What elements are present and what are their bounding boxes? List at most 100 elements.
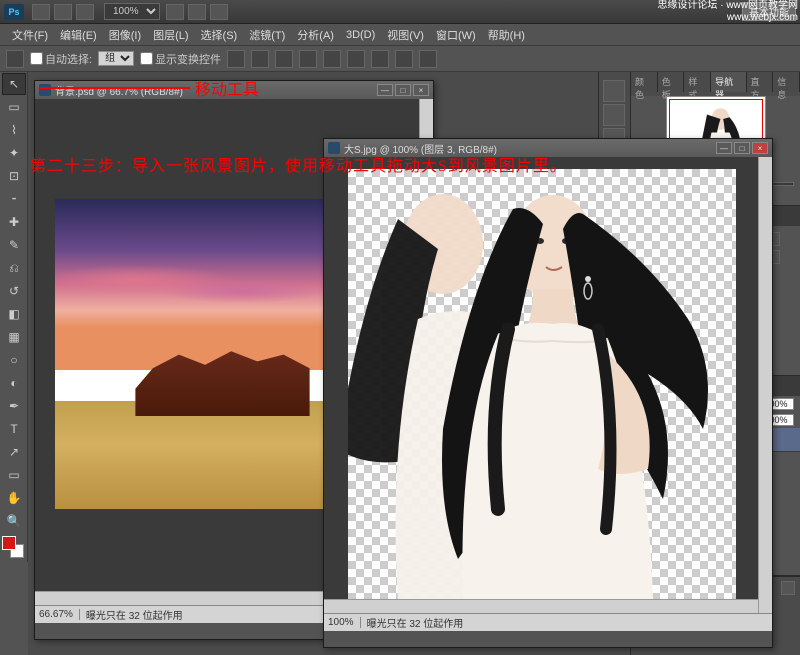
tab-histogram[interactable]: 直方: [747, 72, 774, 92]
menu-help[interactable]: 帮助(H): [482, 25, 531, 45]
menu-edit[interactable]: 编辑(E): [54, 25, 103, 45]
lasso-tool[interactable]: ⌇: [2, 119, 26, 141]
doc2-icon: [328, 142, 340, 154]
doc2-maximize-button[interactable]: □: [734, 142, 750, 154]
doc1-status-info: 曝光只在 32 位起作用: [80, 607, 183, 622]
doc2-minimize-button[interactable]: —: [716, 142, 732, 154]
tab-navigator[interactable]: 导航器: [711, 72, 747, 92]
appbar-btn-1[interactable]: [32, 4, 50, 20]
doc1-maximize-button[interactable]: □: [395, 84, 411, 96]
menu-bar: 文件(F) 编辑(E) 图像(I) 图层(L) 选择(S) 滤镜(T) 分析(A…: [0, 24, 800, 46]
person-cutout-image: [348, 169, 736, 599]
menu-layer[interactable]: 图层(L): [147, 25, 194, 45]
zoom-tool[interactable]: 🔍: [2, 510, 26, 532]
wand-tool[interactable]: ✦: [2, 142, 26, 164]
doc1-icon: [39, 84, 51, 96]
app-bar: Ps 100% 基本功能 忠缘设计论坛 · www网页教学网 www.webjx…: [0, 0, 800, 24]
show-transform-option[interactable]: 显示变换控件: [140, 51, 221, 67]
ps-logo: Ps: [4, 4, 24, 20]
eraser-tool[interactable]: ◧: [2, 303, 26, 325]
menu-select[interactable]: 选择(S): [195, 25, 244, 45]
path-select-tool[interactable]: ↗: [2, 441, 26, 463]
watermark-line2: www.webjx.com: [657, 12, 798, 24]
layer-trash-icon[interactable]: [781, 581, 795, 595]
menu-view[interactable]: 视图(V): [381, 25, 430, 45]
marquee-tool[interactable]: ▭: [2, 96, 26, 118]
tab-swatches[interactable]: 色板: [658, 72, 685, 92]
landscape-image: [55, 199, 323, 509]
menu-3d[interactable]: 3D(D): [340, 27, 381, 43]
tab-info[interactable]: 信息: [773, 72, 800, 92]
align-btn-1[interactable]: [227, 50, 245, 68]
align-btn-5[interactable]: [323, 50, 341, 68]
doc1-close-button[interactable]: ×: [413, 84, 429, 96]
appbar-btn-6[interactable]: [210, 4, 228, 20]
menu-window[interactable]: 窗口(W): [430, 25, 482, 45]
tab-styles[interactable]: 样式: [684, 72, 711, 92]
doc2-zoom[interactable]: 100%: [328, 617, 361, 628]
doc2-statusbar: 100% 曝光只在 32 位起作用: [324, 613, 772, 631]
doc1-title-text: 背景.psd @ 66.7% (RGB/8#): [55, 83, 183, 98]
menu-image[interactable]: 图像(I): [103, 25, 147, 45]
doc2-status-info: 曝光只在 32 位起作用: [361, 615, 464, 630]
move-tool[interactable]: ↖: [2, 73, 26, 95]
type-tool[interactable]: T: [2, 418, 26, 440]
annotation-arrow: [40, 87, 190, 89]
watermark-line1: 忠缘设计论坛 · www网页教学网: [657, 0, 798, 12]
strip-icon-2[interactable]: [603, 104, 625, 126]
current-tool-icon[interactable]: [6, 50, 24, 68]
distribute-btn-3[interactable]: [419, 50, 437, 68]
doc1-zoom[interactable]: 66.67%: [39, 609, 80, 620]
align-btn-6[interactable]: [347, 50, 365, 68]
doc2-canvas[interactable]: [324, 157, 772, 613]
align-btn-4[interactable]: [299, 50, 317, 68]
menu-analysis[interactable]: 分析(A): [291, 25, 340, 45]
workspace: 颜色 色板 样式 导航器 直方 信息 100% 调整: [28, 72, 800, 655]
zoom-select[interactable]: 100%: [104, 3, 160, 20]
toolbox: ↖ ▭ ⌇ ✦ ⊡ ⁃ ✚ ✎ ⎌ ↺ ◧ ▦ ○ ◐ ✒ T ↗ ▭ ✋ 🔍: [0, 72, 28, 562]
doc2-close-button[interactable]: ×: [752, 142, 768, 154]
doc2-title-text: 大S.jpg @ 100% (图层 3, RGB/8#): [344, 141, 497, 156]
menu-filter[interactable]: 滤镜(T): [243, 25, 291, 45]
doc1-minimize-button[interactable]: —: [377, 84, 393, 96]
doc1-titlebar[interactable]: 背景.psd @ 66.7% (RGB/8#) — □ ×: [35, 81, 433, 99]
appbar-btn-5[interactable]: [188, 4, 206, 20]
align-btn-2[interactable]: [251, 50, 269, 68]
history-brush-tool[interactable]: ↺: [2, 280, 26, 302]
menu-file[interactable]: 文件(F): [6, 25, 54, 45]
strip-icon-1[interactable]: [603, 80, 625, 102]
auto-select-target[interactable]: 组: [98, 51, 134, 66]
color-swatches[interactable]: [2, 536, 24, 558]
doc2-scrollbar-h[interactable]: [324, 599, 758, 613]
auto-select-checkbox[interactable]: [30, 52, 43, 65]
tab-color[interactable]: 颜色: [631, 72, 658, 92]
shape-tool[interactable]: ▭: [2, 464, 26, 486]
eyedropper-tool[interactable]: ⁃: [2, 188, 26, 210]
show-transform-label: 显示变换控件: [155, 51, 221, 67]
crop-tool[interactable]: ⊡: [2, 165, 26, 187]
blur-tool[interactable]: ○: [2, 349, 26, 371]
heal-tool[interactable]: ✚: [2, 211, 26, 233]
watermark: 忠缘设计论坛 · www网页教学网 www.webjx.com: [657, 0, 798, 24]
show-transform-checkbox[interactable]: [140, 52, 153, 65]
panel-tabs-top: 颜色 色板 样式 导航器 直方 信息: [631, 72, 800, 92]
appbar-btn-4[interactable]: [166, 4, 184, 20]
pen-tool[interactable]: ✒: [2, 395, 26, 417]
doc2-scrollbar-v[interactable]: [758, 157, 772, 613]
brush-tool[interactable]: ✎: [2, 234, 26, 256]
auto-select-label: 自动选择:: [45, 51, 92, 67]
appbar-btn-2[interactable]: [54, 4, 72, 20]
doc2-titlebar[interactable]: 大S.jpg @ 100% (图层 3, RGB/8#) — □ ×: [324, 139, 772, 157]
stamp-tool[interactable]: ⎌: [2, 257, 26, 279]
auto-select-option[interactable]: 自动选择:: [30, 51, 92, 67]
gradient-tool[interactable]: ▦: [2, 326, 26, 348]
distribute-btn-2[interactable]: [395, 50, 413, 68]
distribute-btn-1[interactable]: [371, 50, 389, 68]
align-btn-3[interactable]: [275, 50, 293, 68]
appbar-btn-3[interactable]: [76, 4, 94, 20]
hand-tool[interactable]: ✋: [2, 487, 26, 509]
options-bar: 自动选择: 组 显示变换控件: [0, 46, 800, 72]
foreground-color-swatch[interactable]: [2, 536, 16, 550]
dodge-tool[interactable]: ◐: [2, 372, 26, 394]
document-window-person[interactable]: 大S.jpg @ 100% (图层 3, RGB/8#) — □ ×: [323, 138, 773, 648]
